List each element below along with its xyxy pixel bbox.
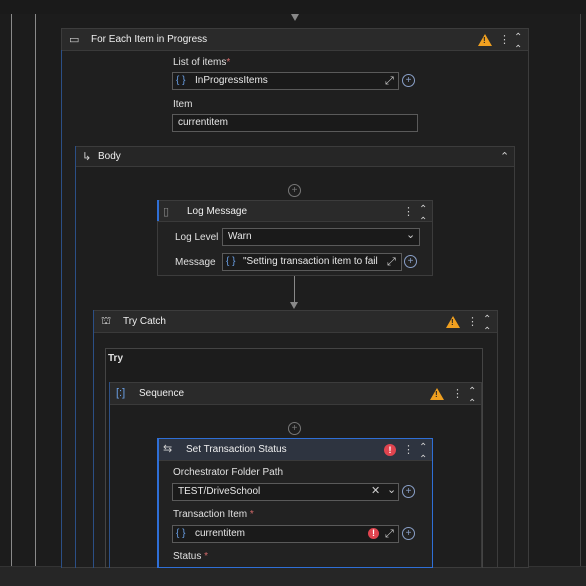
message-field[interactable]: { } "Setting transaction item to fail ⤢: [222, 253, 402, 271]
item-value: currentitem: [178, 117, 229, 128]
guide-line: [11, 14, 12, 566]
selection-edge: [75, 146, 76, 568]
collapse-icon[interactable]: ⌃ ⌃: [468, 386, 476, 410]
expression-icon: { }: [176, 75, 186, 86]
dropdown-icon[interactable]: ⌄: [387, 484, 396, 496]
connector-arrow: [291, 14, 299, 21]
selection-edge: [157, 438, 159, 568]
error-icon[interactable]: !: [368, 528, 379, 539]
status-label: Status *: [173, 551, 209, 562]
selection-edge: [157, 200, 159, 221]
list-of-items-field[interactable]: { } InProgressItems ⤢: [172, 72, 399, 90]
add-activity-icon[interactable]: +: [288, 422, 301, 435]
log-level-select[interactable]: Warn ⌄: [222, 228, 420, 246]
warning-icon[interactable]: !: [478, 34, 492, 46]
add-argument-icon[interactable]: +: [402, 527, 415, 540]
message-label: Message: [175, 257, 216, 268]
warning-icon[interactable]: !: [446, 316, 460, 328]
sequence-header[interactable]: [:] Sequence ! ⋮ ⌃ ⌃: [110, 383, 481, 409]
collapse-icon[interactable]: ⌃ ⌃: [514, 32, 522, 56]
body-title: Body: [98, 151, 121, 162]
selection-edge: [109, 382, 110, 568]
expression-icon: { }: [176, 528, 186, 539]
body-header[interactable]: ↳ Body ⌃: [76, 147, 514, 167]
log-message-header[interactable]: ▯ Log Message ⋮ ⌃ ⌃: [158, 201, 432, 227]
for-each-header[interactable]: ▭ For Each Item in Progress ! ⋮ ⌃ ⌃: [62, 29, 528, 55]
collapse-icon[interactable]: ⌃ ⌃: [483, 314, 491, 338]
list-of-items-label: List of items*: [173, 57, 231, 68]
item-field[interactable]: currentitem: [172, 114, 418, 132]
set-status-title: Set Transaction Status: [186, 444, 287, 455]
collapse-icon[interactable]: ⌃ ⌃: [419, 442, 427, 466]
sequence-icon: [:]: [116, 387, 126, 399]
log-icon: ▯: [163, 206, 170, 218]
more-icon[interactable]: ⋮: [499, 34, 510, 46]
try-catch-title: Try Catch: [123, 316, 166, 327]
item-label: Item: [173, 99, 193, 110]
log-level-value: Warn: [228, 231, 252, 242]
clear-icon[interactable]: ✕: [371, 485, 380, 497]
log-message-title: Log Message: [187, 206, 248, 217]
transaction-item-label: Transaction Item *: [173, 509, 254, 520]
guide-line: [35, 14, 36, 566]
collapse-icon[interactable]: ⌃ ⌃: [419, 204, 427, 228]
folder-path-value: TEST/DriveSchool: [178, 486, 261, 497]
selection-edge: [61, 50, 62, 568]
add-activity-icon[interactable]: +: [288, 184, 301, 197]
collapse-icon[interactable]: ⌃: [500, 151, 509, 163]
set-transaction-status-activity[interactable]: ⇆ Set Transaction Status ! ⋮ ⌃ ⌃: [157, 438, 433, 568]
guide-line: [580, 14, 581, 566]
warning-icon[interactable]: !: [430, 388, 444, 400]
try-catch-icon: ⛫: [101, 315, 112, 327]
log-level-label: Log Level: [175, 232, 219, 243]
list-of-items-value: InProgressItems: [195, 75, 268, 86]
add-argument-icon[interactable]: +: [402, 74, 415, 87]
folder-path-field[interactable]: TEST/DriveSchool ✕ ⌄: [172, 483, 399, 501]
try-catch-header[interactable]: ⛫ Try Catch ! ⋮ ⌃ ⌃: [94, 311, 497, 337]
expression-icon: { }: [226, 256, 236, 267]
dropdown-icon[interactable]: ⌄: [406, 229, 415, 241]
set-status-icon: ⇆: [163, 443, 173, 455]
top-strip: [0, 0, 586, 14]
for-each-icon: ▭: [69, 34, 80, 46]
sequence-title: Sequence: [139, 388, 185, 399]
error-icon[interactable]: !: [384, 444, 396, 456]
add-argument-icon[interactable]: +: [402, 485, 415, 498]
try-label: Try: [108, 353, 124, 364]
message-value: "Setting transaction item to fail: [243, 256, 378, 267]
set-status-header[interactable]: ⇆ Set Transaction Status ! ⋮ ⌃ ⌃: [158, 439, 432, 465]
more-icon[interactable]: ⋮: [403, 444, 414, 456]
bottom-strip: [0, 566, 586, 586]
expand-icon[interactable]: ⤢: [385, 75, 394, 87]
transaction-item-field[interactable]: { } currentitem ! ⤢: [172, 525, 399, 543]
more-icon[interactable]: ⋮: [467, 316, 478, 328]
body-arrow-icon: ↳: [82, 151, 92, 163]
more-icon[interactable]: ⋮: [452, 388, 463, 400]
expand-icon[interactable]: ⤢: [385, 528, 394, 540]
for-each-title: For Each Item in Progress: [91, 34, 208, 45]
selection-edge: [93, 310, 94, 568]
more-icon[interactable]: ⋮: [403, 206, 414, 218]
connector-arrow: [290, 302, 298, 309]
connector-line: [294, 276, 295, 303]
transaction-item-value: currentitem: [195, 528, 246, 539]
folder-path-label: Orchestrator Folder Path: [173, 467, 284, 478]
expand-icon[interactable]: ⤢: [387, 256, 396, 268]
add-argument-icon[interactable]: +: [404, 255, 417, 268]
